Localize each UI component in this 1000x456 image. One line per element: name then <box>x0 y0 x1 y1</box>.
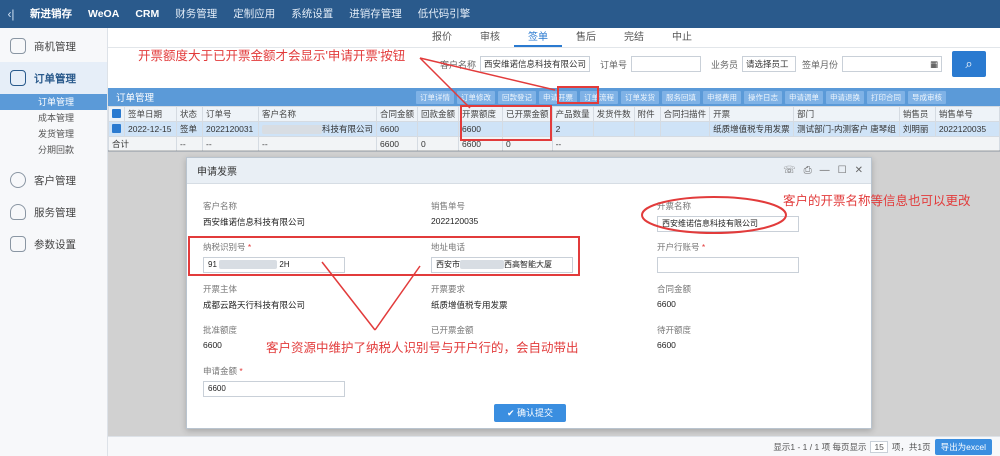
per-page-select[interactable]: 15 <box>870 440 888 453</box>
pagination-tail: 项，共1页 <box>891 441 931 452</box>
pagination-info: 显示1 - 1 / 1 项 每页显示 <box>773 441 867 452</box>
annotation-text-right: 客户的开票名称等信息也可以更改 <box>783 194 971 208</box>
annotation-arrow <box>374 265 421 331</box>
annotation-ellipse <box>641 196 787 234</box>
annotation-arrow <box>419 57 556 91</box>
annotation-arrows <box>321 57 787 331</box>
annotation-arrow <box>419 57 471 109</box>
annotation-text-bottom: 客户资源中维护了纳税人识别号与开户行的，会自动带出 <box>266 341 579 355</box>
pagination-footer: 显示1 - 1 / 1 项 每页显示 15 项，共1页 导出为excel <box>108 436 1000 456</box>
export-excel-button[interactable]: 导出为excel <box>934 438 992 455</box>
annotation-arrow <box>321 261 376 331</box>
